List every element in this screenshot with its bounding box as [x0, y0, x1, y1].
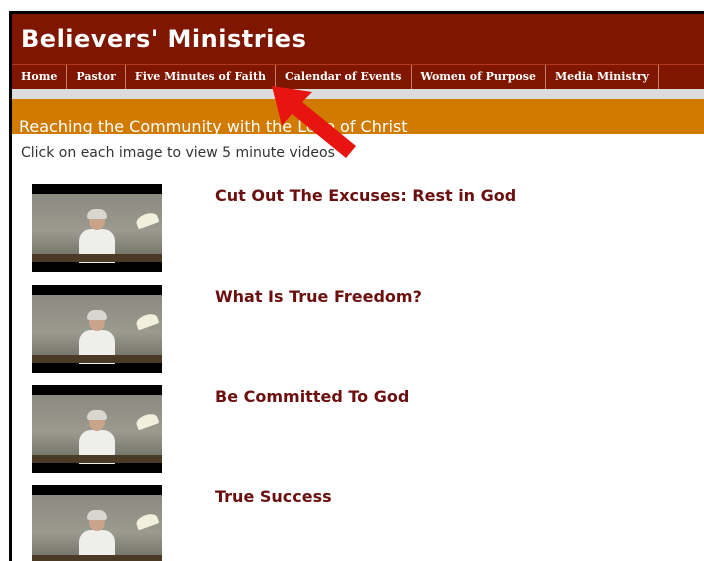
video-title[interactable]: True Success	[215, 487, 332, 506]
main-navigation: Home Pastor Five Minutes of Faith Calend…	[12, 64, 704, 89]
video-title[interactable]: What Is True Freedom?	[215, 287, 422, 306]
video-item: What Is True Freedom?	[32, 285, 692, 375]
video-frame	[32, 194, 162, 263]
browser-viewport: Believers' Ministries Home Pastor Five M…	[9, 11, 704, 561]
instructions-text: Click on each image to view 5 minute vid…	[21, 145, 335, 161]
video-item: Be Committed To God	[32, 385, 692, 475]
separator-band	[12, 89, 704, 99]
nav-pastor[interactable]: Pastor	[67, 65, 126, 89]
nav-calendar-of-events[interactable]: Calendar of Events	[276, 65, 412, 89]
video-title[interactable]: Cut Out The Excuses: Rest in God	[215, 186, 516, 205]
video-item: True Success	[32, 485, 692, 561]
video-title[interactable]: Be Committed To God	[215, 387, 409, 406]
nav-five-minutes-of-faith[interactable]: Five Minutes of Faith	[126, 65, 277, 89]
video-item: Cut Out The Excuses: Rest in God	[32, 184, 692, 274]
site-title[interactable]: Believers' Ministries	[21, 25, 306, 53]
video-thumbnail[interactable]	[32, 285, 162, 373]
header-bar: Believers' Ministries	[12, 14, 704, 64]
nav-home[interactable]: Home	[12, 65, 68, 89]
nav-media-ministry[interactable]: Media Ministry	[546, 65, 659, 89]
video-thumbnail[interactable]	[32, 184, 162, 272]
tagline-banner: Reaching the Community with the Love of …	[12, 99, 704, 136]
video-thumbnail[interactable]	[32, 485, 162, 561]
video-thumbnail[interactable]	[32, 385, 162, 473]
video-frame	[32, 295, 162, 364]
nav-women-of-purpose[interactable]: Women of Purpose	[412, 65, 546, 89]
tagline-text: Reaching the Community with the Love of …	[19, 117, 408, 136]
video-frame	[32, 495, 162, 561]
video-frame	[32, 395, 162, 464]
